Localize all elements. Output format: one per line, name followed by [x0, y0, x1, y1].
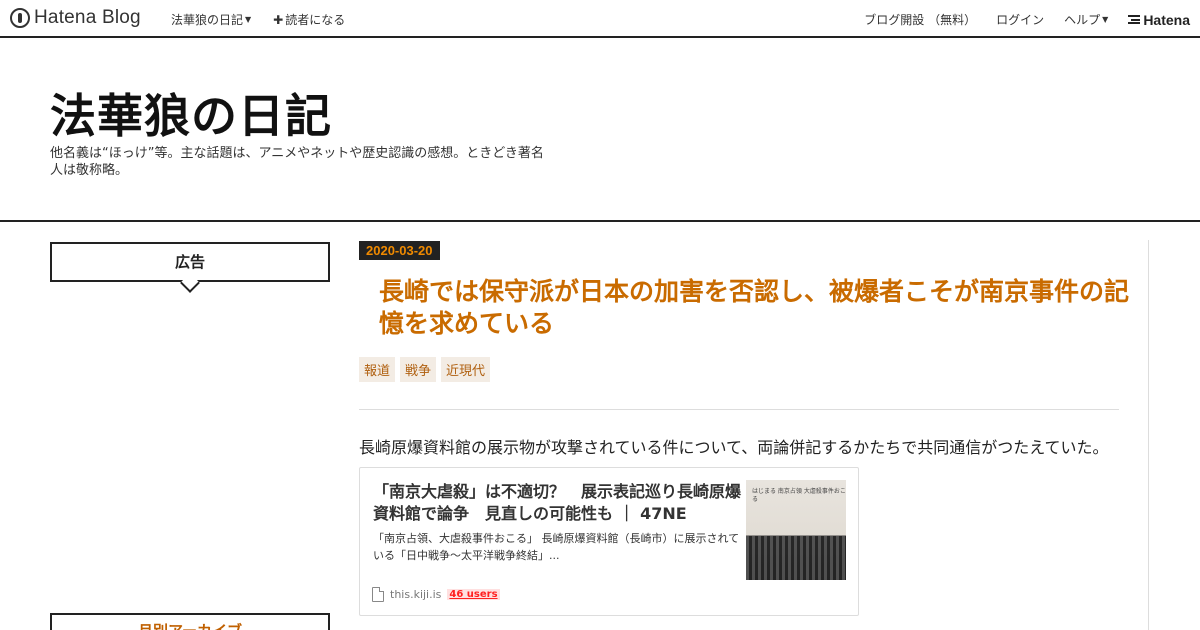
entry-body: 長崎原爆資料館の展示物が攻撃されている件について、両論併記するかたちで共同通信が… [359, 438, 1109, 457]
entry-date[interactable]: 2020-03-20 [359, 241, 440, 260]
help-menu[interactable]: ヘルプ ▼ [1064, 11, 1108, 28]
embed-card-title[interactable]: 「南京大虐殺」は不適切？ 展示表記巡り長崎原爆資料館で論争 見直しの可能性も ｜… [373, 481, 743, 525]
entry: 2020-03-20 長崎では保守派が日本の加害を否認し、被爆者こそが南京事件の… [359, 240, 1149, 630]
tag-item[interactable]: 近現代 [441, 357, 491, 382]
plus-icon: ✚ [273, 13, 284, 27]
subscribe-button[interactable]: ✚ 読者になる [273, 11, 345, 28]
global-header: Hatena Blog 法華狼の日記 ▼ ✚ 読者になる ブログ開設 （無料） ログ… [0, 0, 1200, 38]
embed-card-thumbnail[interactable]: はじまる 南京占領 大虐殺事件おこる [746, 480, 846, 580]
chevron-down-icon: ▼ [245, 15, 252, 24]
help-label: ヘルプ [1064, 13, 1101, 27]
subscribe-label: 読者になる [285, 13, 346, 27]
thumbnail-photo [746, 536, 846, 580]
logo-text: Hatena Blog [34, 7, 141, 28]
bookmark-users-count[interactable]: 46 users [447, 589, 500, 600]
blog-description: 他名義は“ほっけ”等。主な話題は、アニメやネットや歴史認識の感想。ときどき著名人… [50, 146, 544, 178]
embed-card-footer: this.kiji.is 46 users [372, 587, 500, 602]
archive-module-title: 月別アーカイブ [50, 613, 330, 630]
chevron-down-icon: ▼ [1102, 15, 1109, 24]
blog-title[interactable]: 法華狼の日記 [50, 80, 332, 146]
embed-card[interactable]: 「南京大虐殺」は不適切？ 展示表記巡り長崎原爆資料館で論争 見直しの可能性も ｜… [359, 467, 859, 616]
tag-item[interactable]: 報道 [359, 357, 396, 382]
entry-title[interactable]: 長崎では保守派が日本の加害を否認し、被爆者こそが南京事件の記憶を求めている [379, 276, 1129, 340]
embed-card-source[interactable]: this.kiji.is [390, 588, 441, 601]
entry-tags: 報道 戦争 近現代 [359, 357, 491, 382]
blog-menu-label: 法華狼の日記 [171, 13, 244, 27]
hatena-blog-logo[interactable]: Hatena Blog [10, 7, 141, 29]
blog-menu[interactable]: 法華狼の日記 ▼ [171, 11, 251, 28]
hatena-blog-icon [10, 8, 30, 28]
hatena-mark-icon [1128, 15, 1141, 24]
hatena-logo[interactable]: Hatena [1128, 12, 1190, 28]
thumbnail-caption: はじまる 南京占領 大虐殺事件おこる [752, 488, 846, 503]
open-blog-link[interactable]: ブログ開設 （無料） [864, 11, 976, 28]
hatena-label: Hatena [1143, 11, 1190, 28]
tag-item[interactable]: 戦争 [400, 357, 437, 382]
document-icon [372, 587, 384, 602]
embed-card-description: 「南京占領、大虐殺事件おこる」 長崎原爆資料館（長崎市）に展示されている「日中戦… [373, 532, 740, 562]
divider [359, 409, 1119, 410]
login-link[interactable]: ログイン [996, 11, 1044, 28]
blog-header: 法華狼の日記 他名義は“ほっけ”等。主な話題は、アニメやネットや歴史認識の感想。… [0, 40, 1200, 222]
ad-module-title: 広告 [50, 242, 330, 282]
